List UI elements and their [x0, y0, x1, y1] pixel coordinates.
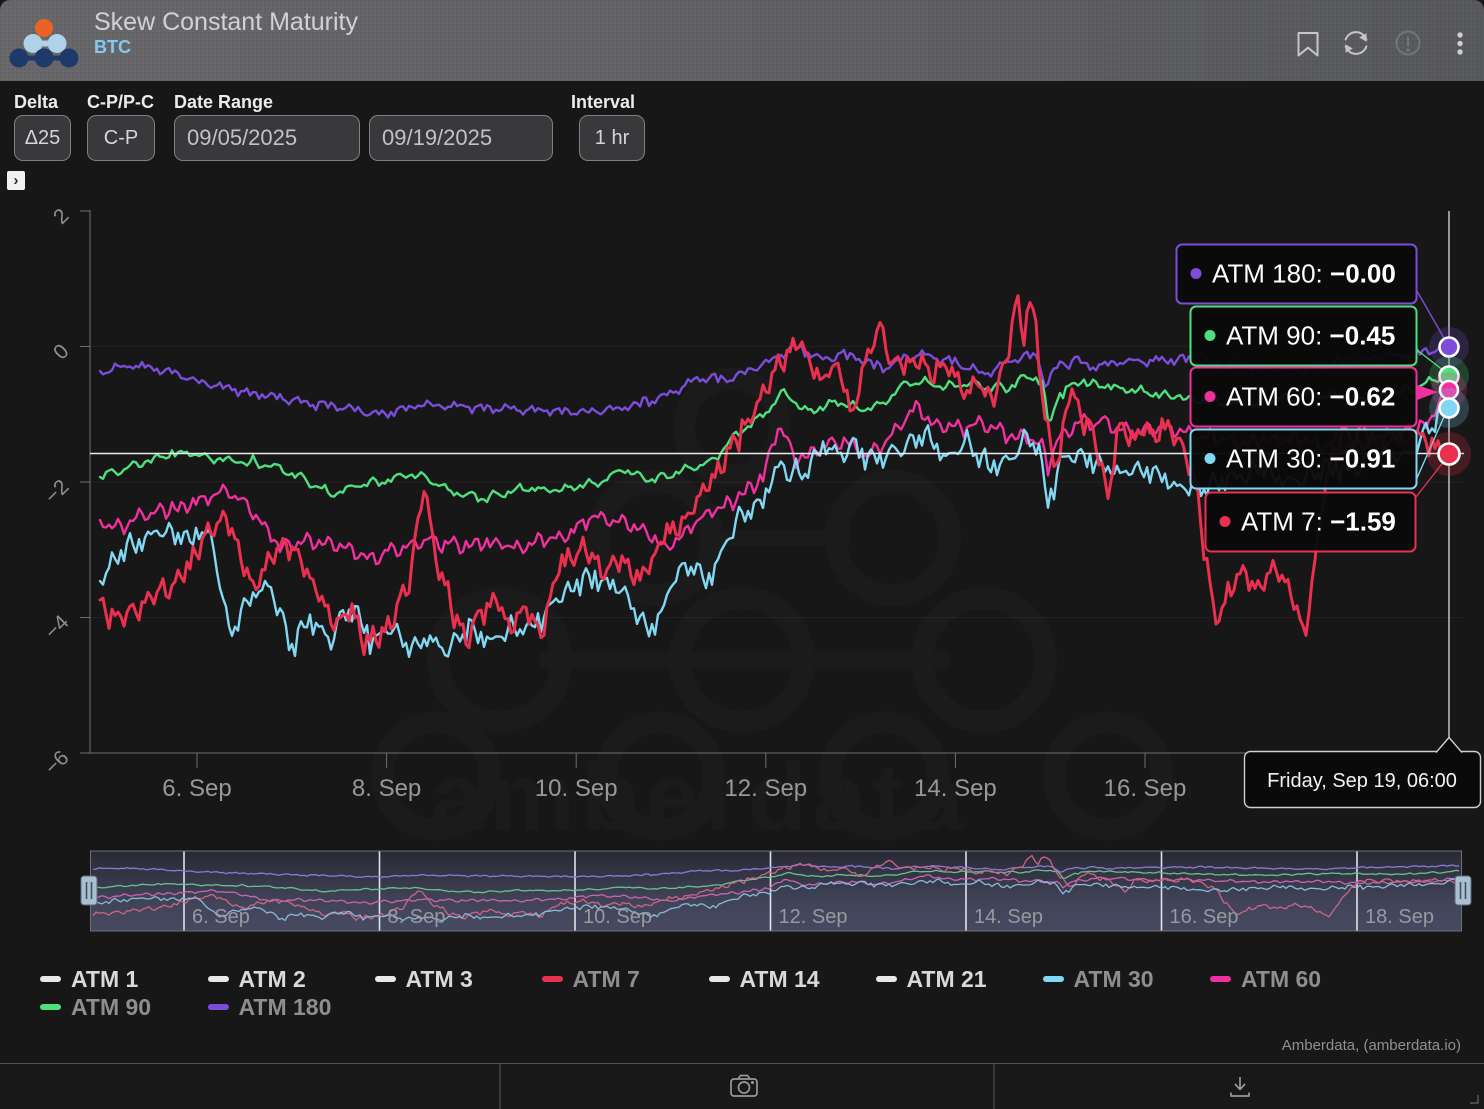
svg-text:ATM 7: −1.59: ATM 7: −1.59	[1241, 507, 1396, 537]
svg-text:10. Sep: 10. Sep	[583, 906, 652, 928]
svg-text:10. Sep: 10. Sep	[535, 775, 618, 802]
svg-text:ATM 60: −0.62: ATM 60: −0.62	[1226, 382, 1395, 412]
svg-text:8. Sep: 8. Sep	[352, 775, 421, 802]
svg-text:Friday, Sep 19, 06:00: Friday, Sep 19, 06:00	[1267, 770, 1457, 792]
svg-text:6. Sep: 6. Sep	[192, 906, 250, 928]
svg-text:−6: −6	[40, 746, 73, 779]
svg-text:14. Sep: 14. Sep	[914, 775, 997, 802]
svg-text:6. Sep: 6. Sep	[162, 775, 231, 802]
svg-text:−4: −4	[40, 611, 73, 644]
svg-text:amberdata: amberdata	[430, 744, 970, 851]
svg-text:16. Sep: 16. Sep	[1104, 775, 1187, 802]
svg-text:18. Sep: 18. Sep	[1365, 906, 1434, 928]
svg-text:ATM 30: −0.91: ATM 30: −0.91	[1226, 444, 1395, 474]
svg-text:2: 2	[49, 204, 74, 229]
svg-text:12. Sep: 12. Sep	[724, 775, 807, 802]
svg-text:12. Sep: 12. Sep	[779, 906, 848, 928]
svg-text:14. Sep: 14. Sep	[974, 906, 1043, 928]
svg-text:16. Sep: 16. Sep	[1170, 906, 1239, 928]
svg-text:ATM 90: −0.45: ATM 90: −0.45	[1226, 321, 1395, 351]
svg-text:−2: −2	[40, 475, 73, 508]
svg-text:ATM 180: −0.00: ATM 180: −0.00	[1212, 259, 1396, 289]
svg-text:0: 0	[49, 340, 74, 365]
svg-text:8. Sep: 8. Sep	[388, 906, 446, 928]
